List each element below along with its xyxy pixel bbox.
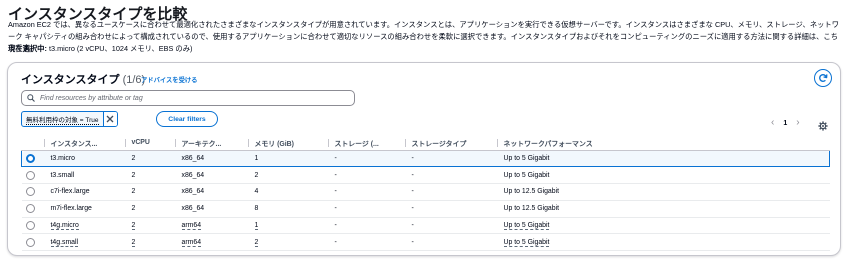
filter-token-label[interactable]: 無料利用枠の対象 = True <box>22 112 103 126</box>
cell-storage-type: - <box>405 200 498 218</box>
cell-storage: - <box>328 183 406 201</box>
row-radio[interactable] <box>25 221 35 231</box>
close-icon <box>106 115 114 123</box>
cell-instance-type: t3.small <box>44 166 126 185</box>
cell-instance-type: c7i-flex.large <box>44 183 126 201</box>
column-storage-type[interactable]: ストレージタイプ <box>405 136 498 151</box>
instance-types-table: インスタンス... vCPU アーキテク... メモリ (GiB) ストレージ … <box>21 136 830 252</box>
cell-storage: - <box>328 233 406 252</box>
cell-storage-type: - <box>405 233 498 252</box>
cell-storage: - <box>328 166 406 185</box>
column-architecture[interactable]: アーキテク... <box>175 136 249 151</box>
cell-memory: 1 <box>248 149 329 168</box>
table-row[interactable]: t4g.micro 2 arm64 1 - - Up to 5 Gigabit <box>21 217 830 235</box>
search-placeholder: Find resources by attribute or tag <box>40 94 143 102</box>
row-radio[interactable] <box>25 187 35 197</box>
cell-network: Up to 5 Gigabit <box>497 166 830 185</box>
remove-filter-button[interactable] <box>102 112 117 126</box>
cell-instance-type: m7i-flex.large <box>44 200 126 218</box>
refresh-button[interactable] <box>814 69 832 87</box>
cell-storage: - <box>328 149 406 168</box>
current-selection-label: 現在選択中: <box>8 44 47 53</box>
cell-storage: - <box>328 217 406 235</box>
table-row[interactable]: t3.micro 2 x86_64 1 - - Up to 5 Gigabit <box>21 149 830 168</box>
row-radio[interactable] <box>25 237 35 247</box>
cell-architecture: x86_64 <box>175 166 249 185</box>
current-selection: 現在選択中: t3.micro (2 vCPU、1024 メモリ、EBS のみ) <box>8 44 192 54</box>
row-radio[interactable] <box>26 153 35 163</box>
cell-network: Up to 5 Gigabit <box>497 233 830 252</box>
next-page-icon[interactable]: › <box>796 118 799 128</box>
cell-architecture: arm64 <box>175 233 249 252</box>
settings-button[interactable] <box>818 118 828 136</box>
table-row[interactable]: c7i-flex.large 2 x86_64 4 - - Up to 12.5… <box>21 183 830 201</box>
cell-memory: 2 <box>248 166 329 185</box>
gear-icon <box>818 121 828 131</box>
filter-token: 無料利用枠の対象 = True <box>21 111 118 127</box>
cell-network: Up to 12.5 Gigabit <box>497 200 830 218</box>
cell-storage-type: - <box>405 166 498 185</box>
table-row[interactable]: m7i-flex.large 2 x86_64 8 - - Up to 12.5… <box>21 200 830 218</box>
column-network-performance[interactable]: ネットワークパフォーマンス <box>497 136 830 151</box>
refresh-icon <box>819 74 828 83</box>
cell-vcpu: 2 <box>125 183 176 201</box>
table-header-row: インスタンス... vCPU アーキテク... メモリ (GiB) ストレージ … <box>21 136 830 151</box>
cell-memory: 8 <box>248 200 329 218</box>
panel-title: インスタンスタイプ (1/6) <box>21 71 145 87</box>
column-select <box>21 136 45 151</box>
cell-storage-type: - <box>405 217 498 235</box>
cell-memory: 4 <box>248 183 329 201</box>
cell-network: Up to 5 Gigabit <box>497 149 830 168</box>
clear-filters-button[interactable]: Clear filters <box>156 111 218 127</box>
cell-vcpu: 2 <box>125 217 176 235</box>
cell-memory: 2 <box>248 233 329 252</box>
cell-network: Up to 12.5 Gigabit <box>497 183 830 201</box>
cell-architecture: x86_64 <box>175 149 249 168</box>
panel-title-text: インスタンスタイプ <box>21 74 120 86</box>
instance-types-panel: インスタンスタイプ (1/6) アドバイスを受ける Find resources … <box>7 62 841 256</box>
cell-instance-type: t3.micro <box>44 149 126 168</box>
get-advice-link[interactable]: アドバイスを受ける <box>141 75 197 84</box>
pagination: ‹ 1 › <box>771 118 800 128</box>
cell-network: Up to 5 Gigabit <box>497 217 830 235</box>
cell-vcpu: 2 <box>125 149 176 168</box>
search-icon <box>27 94 35 102</box>
row-radio[interactable] <box>25 204 35 214</box>
column-memory[interactable]: メモリ (GiB) <box>248 136 329 151</box>
search-input[interactable]: Find resources by attribute or tag <box>21 90 355 106</box>
cell-instance-type: t4g.small <box>44 233 126 252</box>
column-storage[interactable]: ストレージ (... <box>328 136 406 151</box>
table-row[interactable]: t3.small 2 x86_64 2 - - Up to 5 Gigabit <box>21 166 830 185</box>
cell-architecture: x86_64 <box>175 200 249 218</box>
column-vcpu[interactable]: vCPU <box>125 136 176 151</box>
cell-architecture: arm64 <box>175 217 249 235</box>
previous-page-icon[interactable]: ‹ <box>771 118 774 128</box>
page-number[interactable]: 1 <box>783 120 787 127</box>
current-selection-value: t3.micro (2 vCPU、1024 メモリ、EBS のみ) <box>48 44 193 53</box>
cell-storage: - <box>328 200 406 218</box>
cell-vcpu: 2 <box>125 166 176 185</box>
column-instance-type[interactable]: インスタンス... <box>44 136 126 151</box>
cell-vcpu: 2 <box>125 200 176 218</box>
cell-storage-type: - <box>405 149 498 168</box>
cell-instance-type: t4g.micro <box>44 217 126 235</box>
cell-vcpu: 2 <box>125 233 176 252</box>
cell-storage-type: - <box>405 183 498 201</box>
cell-architecture: x86_64 <box>175 183 249 201</box>
table-row[interactable]: t4g.small 2 arm64 2 - - Up to 5 Gigabit <box>21 233 830 252</box>
cell-memory: 1 <box>248 217 329 235</box>
row-radio[interactable] <box>25 170 35 180</box>
